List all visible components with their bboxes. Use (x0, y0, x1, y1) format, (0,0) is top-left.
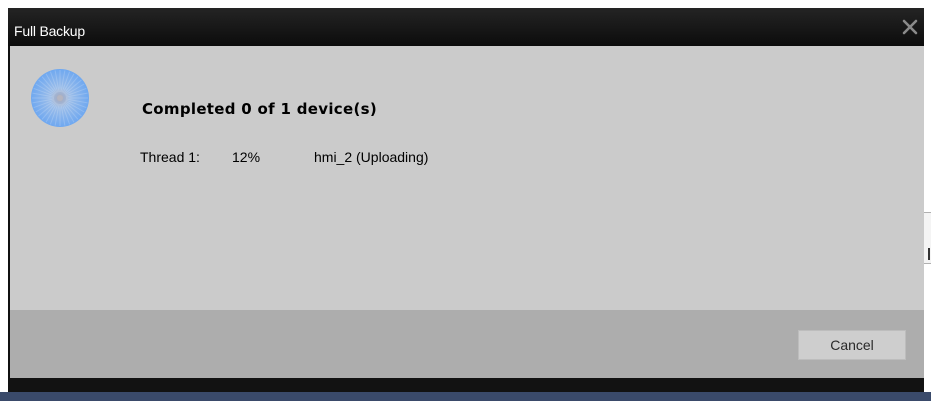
backdrop-top (0, 0, 931, 8)
thread-device-status: hmi_2 (Uploading) (314, 149, 429, 165)
full-backup-dialog: Full Backup Completed 0 of 1 device(s) T… (8, 8, 924, 392)
thread-label: Thread 1: (140, 149, 200, 165)
title-bar[interactable]: Full Backup (8, 8, 924, 46)
taskbar-strip (0, 392, 931, 401)
cancel-button[interactable]: Cancel (798, 330, 906, 360)
dialog-footer: Cancel (10, 310, 924, 378)
backdrop-left (0, 0, 8, 401)
window-title: Full Backup (14, 23, 85, 39)
close-icon (902, 19, 918, 35)
thread-progress-percent: 12% (232, 149, 261, 165)
backdrop-right (924, 0, 931, 401)
dialog-content: Completed 0 of 1 device(s) Thread 1: 12%… (10, 46, 924, 310)
loading-spinner-icon (31, 69, 89, 127)
dialog-bottom-border (8, 378, 924, 392)
status-heading: Completed 0 of 1 device(s) (142, 100, 378, 118)
background-window-mark (928, 248, 930, 260)
close-button[interactable] (898, 14, 922, 40)
